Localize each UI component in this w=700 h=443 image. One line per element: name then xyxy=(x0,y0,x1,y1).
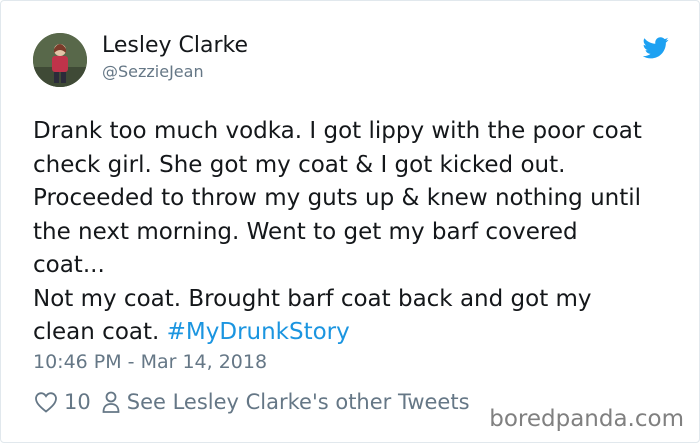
tweet-line: Proceeded to throw my guts up & knew not… xyxy=(33,185,642,211)
tweet-line: coat... xyxy=(33,252,105,278)
other-tweets-link[interactable]: See Lesley Clarke's other Tweets xyxy=(127,390,470,414)
tweet-actions: 10 See Lesley Clarke's other Tweets xyxy=(34,388,470,416)
tweet-last-line: clean coat. #MyDrunkStory xyxy=(33,316,683,350)
tweet-line: Drank too much vodka. I got lippy with t… xyxy=(33,118,642,144)
like-count[interactable]: 10 xyxy=(64,390,91,414)
person-outline-icon[interactable] xyxy=(101,390,121,414)
tweet-card: Lesley Clarke @SezzieJean Drank too much… xyxy=(0,0,700,443)
tweet-line: check girl. She got my coat & I got kick… xyxy=(33,151,566,178)
watermark: boredpanda.com xyxy=(489,406,684,432)
author-handle[interactable]: @SezzieJean xyxy=(102,62,204,81)
tweet-line: the next morning. Went to get my barf co… xyxy=(33,218,578,245)
author-avatar[interactable] xyxy=(33,33,87,87)
tweet-line: Not my coat. Brought barf coat back and … xyxy=(33,285,592,312)
tweet-timestamp[interactable]: 10:46 PM - Mar 14, 2018 xyxy=(33,351,267,373)
tweet-text: Drank too much vodka. I got lippy with t… xyxy=(33,115,683,350)
heart-outline-icon[interactable] xyxy=(34,391,58,413)
twitter-bird-icon[interactable] xyxy=(642,37,669,59)
author-name[interactable]: Lesley Clarke xyxy=(102,33,248,58)
tweet-line-text: clean coat. xyxy=(33,319,167,345)
hashtag-link[interactable]: #MyDrunkStory xyxy=(167,319,350,345)
